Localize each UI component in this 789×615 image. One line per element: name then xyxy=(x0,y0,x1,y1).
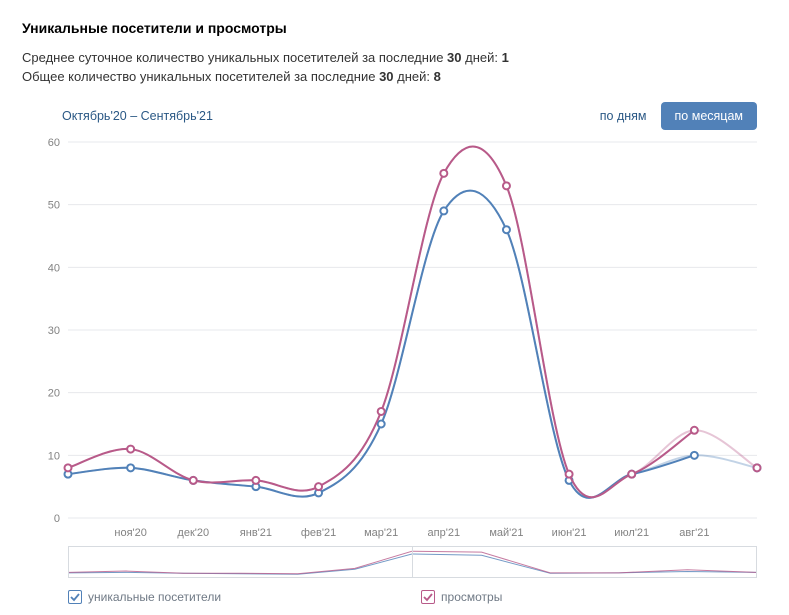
svg-text:май'21: май'21 xyxy=(489,527,523,539)
tab-daily[interactable]: по дням xyxy=(586,102,661,130)
svg-text:июл'21: июл'21 xyxy=(614,527,649,539)
range-left[interactable] xyxy=(68,546,413,578)
svg-text:апр'21: апр'21 xyxy=(428,527,461,539)
period-range: Октябрь'20 – Сентябрь'21 xyxy=(62,109,213,123)
days-suffix-1: дней: xyxy=(462,50,502,65)
legend-views[interactable]: просмотры xyxy=(421,590,502,604)
page-title: Уникальные посетители и просмотры xyxy=(22,20,767,36)
svg-text:30: 30 xyxy=(48,325,60,337)
svg-text:ноя'20: ноя'20 xyxy=(114,527,146,539)
range-right[interactable] xyxy=(413,546,757,578)
svg-text:дек'20: дек'20 xyxy=(177,527,209,539)
legend-visitors[interactable]: уникальные посетители xyxy=(68,590,221,604)
legend-views-label: просмотры xyxy=(441,590,502,604)
svg-text:60: 60 xyxy=(48,137,60,149)
tab-monthly[interactable]: по месяцам xyxy=(661,102,757,130)
svg-text:50: 50 xyxy=(48,200,60,212)
total-prefix: Общее количество уникальных посетителей … xyxy=(22,69,379,84)
avg-visitors-line: Среднее суточное количество уникальных п… xyxy=(22,50,767,65)
range-selector[interactable] xyxy=(22,546,767,578)
checkbox-icon xyxy=(68,590,82,604)
granularity-toggle: по дням по месяцам xyxy=(586,102,757,130)
avg-prefix: Среднее суточное количество уникальных п… xyxy=(22,50,447,65)
total-value: 8 xyxy=(434,69,441,84)
svg-text:20: 20 xyxy=(48,388,60,400)
checkbox-icon xyxy=(421,590,435,604)
svg-text:40: 40 xyxy=(48,262,60,274)
line-chart: 0 10 20 30 40 50 60 ноя'20 дек'20 янв'21 фев'21 мар… xyxy=(22,134,767,544)
days-suffix-2: дней: xyxy=(394,69,434,84)
avg-value: 1 xyxy=(502,50,509,65)
svg-text:0: 0 xyxy=(54,513,60,525)
legend-visitors-label: уникальные посетители xyxy=(88,590,221,604)
total-visitors-line: Общее количество уникальных посетителей … xyxy=(22,69,767,84)
svg-text:10: 10 xyxy=(48,450,60,462)
svg-text:авг'21: авг'21 xyxy=(679,527,709,539)
days-bold-2: 30 xyxy=(379,69,393,84)
svg-text:июн'21: июн'21 xyxy=(552,527,587,539)
svg-text:мар'21: мар'21 xyxy=(364,527,398,539)
svg-text:янв'21: янв'21 xyxy=(240,527,272,539)
svg-text:фев'21: фев'21 xyxy=(301,527,336,539)
days-bold-1: 30 xyxy=(447,50,461,65)
